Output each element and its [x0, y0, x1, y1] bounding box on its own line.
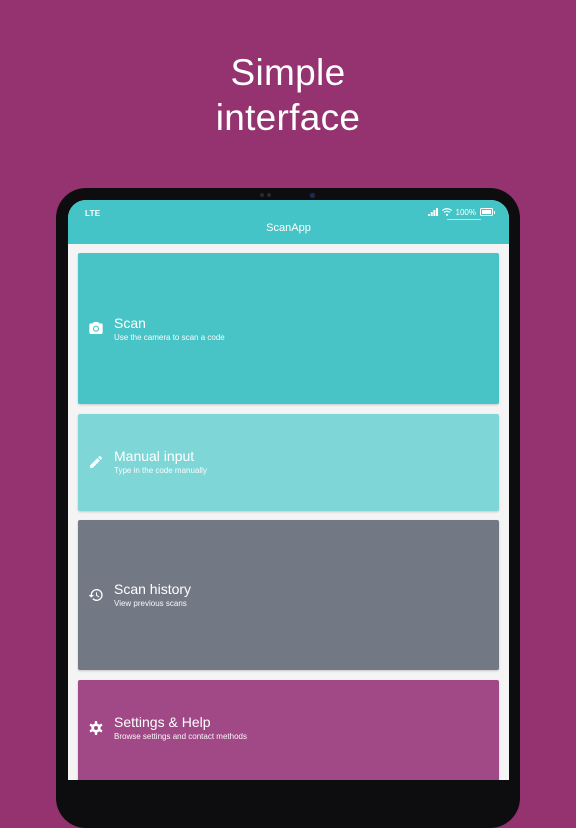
scan-subtitle: Use the camera to scan a code	[114, 333, 225, 342]
app-title: ScanApp	[266, 222, 311, 234]
manual-input-title: Manual input	[114, 448, 195, 464]
signal-icon	[427, 208, 438, 216]
status-indicators: 100%	[427, 206, 495, 218]
camera-icon	[89, 322, 103, 334]
pencil-icon	[90, 455, 103, 468]
manual-input-subtitle: Type in the code manually	[114, 466, 207, 475]
scan-title: Scan	[114, 315, 146, 331]
status-carrier: LTE	[85, 209, 101, 218]
settings-help-title: Settings & Help	[114, 714, 211, 730]
gear-icon	[89, 721, 103, 735]
scan-history-subtitle: View previous scans	[114, 599, 187, 608]
manual-input-button[interactable]: Manual input Type in the code manually	[78, 414, 499, 511]
settings-help-subtitle: Browse settings and contact methods	[114, 732, 247, 741]
scan-history-title: Scan history	[114, 581, 192, 597]
wifi-icon	[441, 208, 452, 216]
app-screen: LTE 100% ScanApp Scan Use the camera to …	[68, 200, 509, 780]
promo-headline: Simple interface	[0, 50, 576, 140]
app-bar: LTE 100% ScanApp	[68, 200, 509, 244]
history-icon	[88, 589, 103, 601]
promo-headline-line1: Simple	[230, 52, 346, 93]
front-camera	[310, 193, 315, 198]
status-underline	[447, 219, 481, 220]
scan-button[interactable]: Scan Use the camera to scan a code	[78, 253, 499, 404]
sensor-dots	[260, 193, 274, 197]
settings-help-button[interactable]: Settings & Help Browse settings and cont…	[78, 680, 499, 780]
battery-icon	[480, 208, 495, 216]
scan-history-button[interactable]: Scan history View previous scans	[78, 520, 499, 670]
promo-headline-line2: interface	[215, 97, 361, 138]
battery-percent: 100%	[455, 207, 476, 217]
